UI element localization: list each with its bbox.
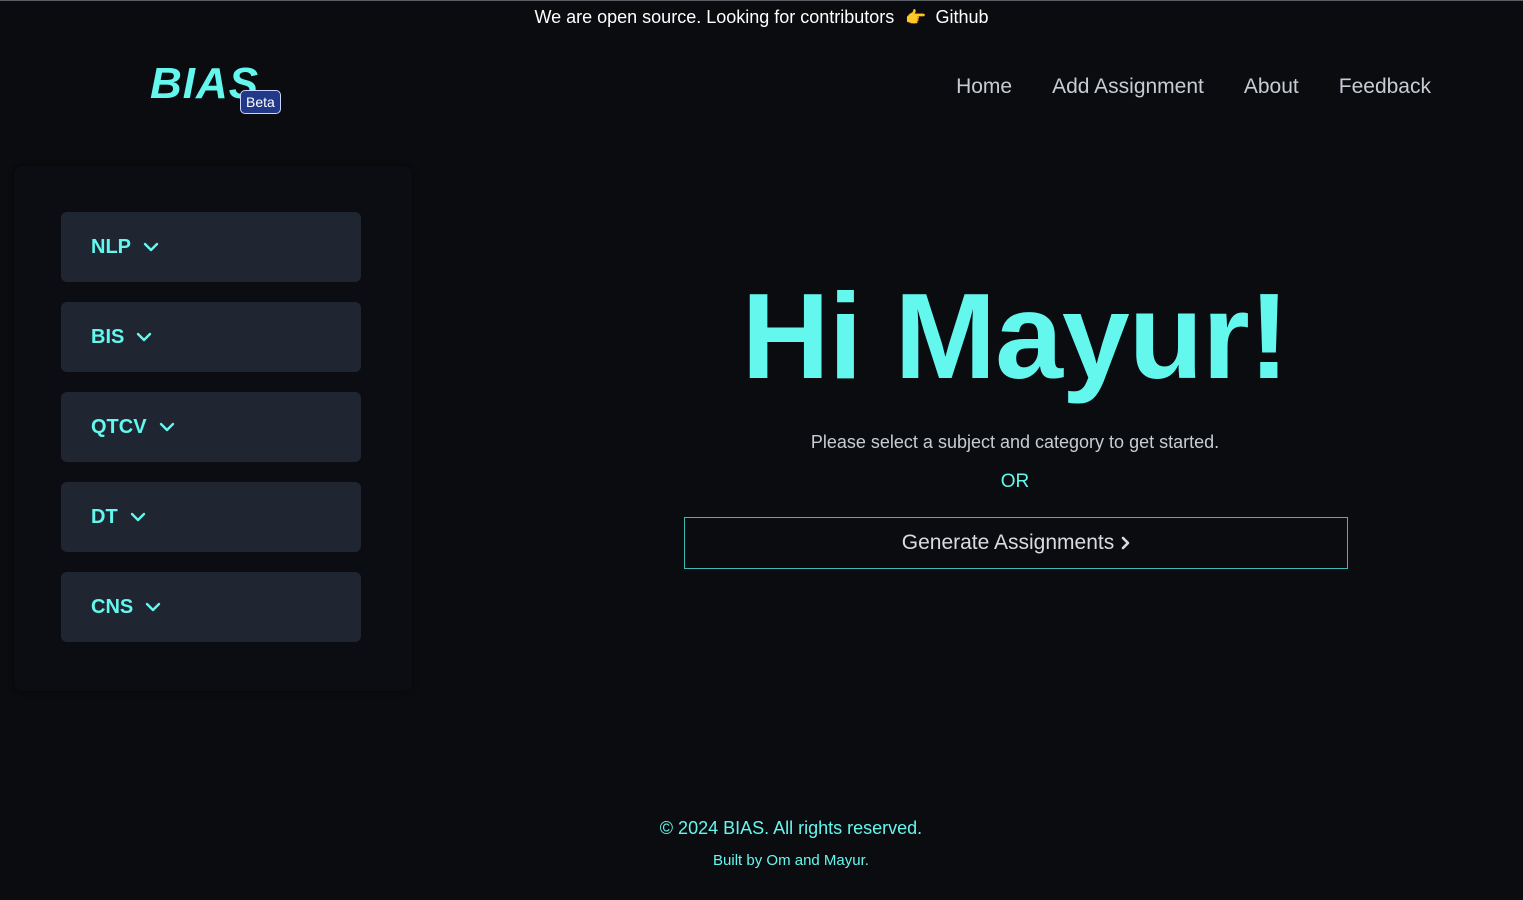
github-link[interactable]: Github xyxy=(936,7,989,27)
subject-label: BIS xyxy=(91,325,125,348)
subject-sidebar: NLP BIS QTCV DT CNS xyxy=(14,166,412,691)
nav-about[interactable]: About xyxy=(1244,74,1299,100)
subject-label: QTCV xyxy=(91,415,147,438)
page: We are open source. Looking for contribu… xyxy=(0,0,1523,900)
footer-copyright: © 2024 BIAS. All rights reserved. xyxy=(659,818,923,838)
chevron-right-icon xyxy=(1121,536,1130,550)
instruction-text: Please select a subject and category to … xyxy=(810,432,1220,452)
footer-credits: Built by Om and Mayur. xyxy=(713,852,869,869)
open-source-banner: We are open source. Looking for contribu… xyxy=(0,6,1523,29)
generate-assignments-label: Generate Assignments xyxy=(901,531,1115,554)
subject-label: CNS xyxy=(91,595,134,618)
subject-label: DT xyxy=(91,505,118,528)
subject-cns[interactable]: CNS xyxy=(61,572,361,642)
chevron-down-icon xyxy=(146,602,161,612)
or-separator: OR xyxy=(1000,471,1030,492)
subject-nlp[interactable]: NLP xyxy=(61,212,361,282)
generate-assignments-button[interactable]: Generate Assignments xyxy=(684,517,1348,569)
subject-bis[interactable]: BIS xyxy=(61,302,361,372)
main-nav: Home Add Assignment About Feedback xyxy=(956,74,1431,100)
greeting-heading: Hi Mayur! xyxy=(741,268,1290,404)
chevron-down-icon xyxy=(130,512,145,522)
subject-label: NLP xyxy=(91,235,131,258)
subject-dt[interactable]: DT xyxy=(61,482,361,552)
logo[interactable]: BIAS Beta xyxy=(150,59,290,119)
nav-home[interactable]: Home xyxy=(956,74,1012,100)
pointing-hand-icon: 👉 xyxy=(905,8,927,27)
nav-feedback[interactable]: Feedback xyxy=(1339,74,1431,100)
subject-qtcv[interactable]: QTCV xyxy=(61,392,361,462)
chevron-down-icon xyxy=(137,332,152,342)
beta-badge: Beta xyxy=(240,90,281,114)
nav-add-assignment[interactable]: Add Assignment xyxy=(1052,74,1204,100)
chevron-down-icon xyxy=(159,422,174,432)
banner-text: We are open source. Looking for contribu… xyxy=(534,7,895,27)
chevron-down-icon xyxy=(143,242,159,252)
